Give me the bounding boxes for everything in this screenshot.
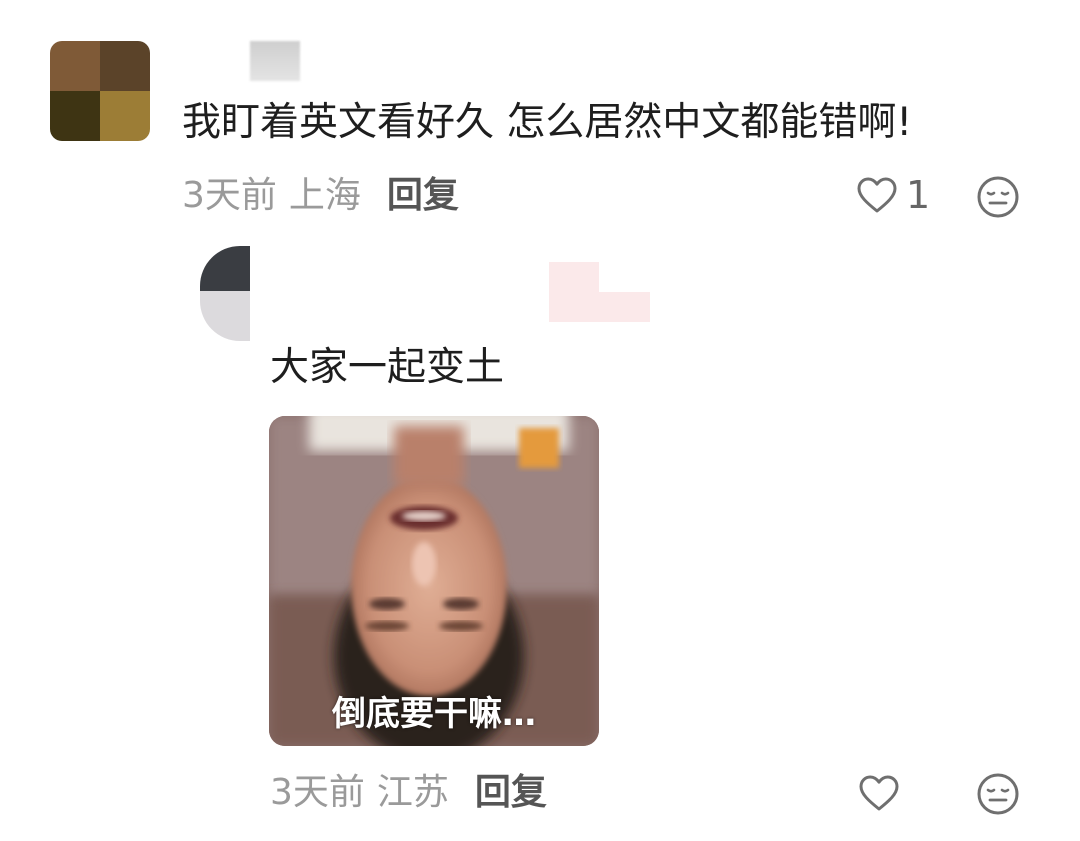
like-count: 1 (906, 173, 931, 217)
avatar-tile (100, 41, 150, 91)
reply-time: 3天前 (270, 772, 365, 813)
reply-meta: 3天前 江苏 回复 (270, 771, 547, 815)
redaction-block (549, 262, 599, 322)
username-redacted[interactable] (250, 41, 300, 81)
avatar-tile (50, 91, 100, 141)
emoji-reaction-button[interactable] (976, 772, 1020, 816)
avatar-tile (50, 41, 100, 91)
comment-location: 上海 (288, 175, 361, 216)
reply-sticker-image[interactable]: 倒底要干嘛… (269, 416, 599, 746)
reply-avatar[interactable] (200, 246, 250, 341)
reply-button[interactable]: 回复 (475, 772, 547, 813)
reply-username-redacted[interactable] (549, 262, 650, 322)
comment-text: 我盯着英文看好久 怎么居然中文都能错啊! (182, 100, 913, 145)
avatar[interactable] (50, 41, 150, 141)
reply-location: 江苏 (376, 772, 449, 813)
neutral-face-icon (977, 773, 1019, 815)
heart-outline-icon (857, 177, 897, 213)
heart-outline-icon (859, 775, 899, 811)
reply-text: 大家一起变土 (270, 345, 505, 390)
like-button[interactable] (857, 772, 901, 816)
avatar-tile (100, 91, 150, 141)
redaction-block (599, 292, 650, 322)
comment-time: 3天前 (182, 175, 277, 216)
avatar-tile (200, 246, 250, 291)
sticker-caption: 倒底要干嘛… (332, 694, 536, 734)
comment-meta: 3天前 上海 回复 (182, 174, 459, 218)
reply-button[interactable]: 回复 (387, 175, 459, 216)
like-button[interactable] (855, 174, 899, 218)
avatar-tile (200, 291, 250, 341)
neutral-face-icon (977, 176, 1019, 218)
emoji-reaction-button[interactable] (976, 175, 1020, 219)
